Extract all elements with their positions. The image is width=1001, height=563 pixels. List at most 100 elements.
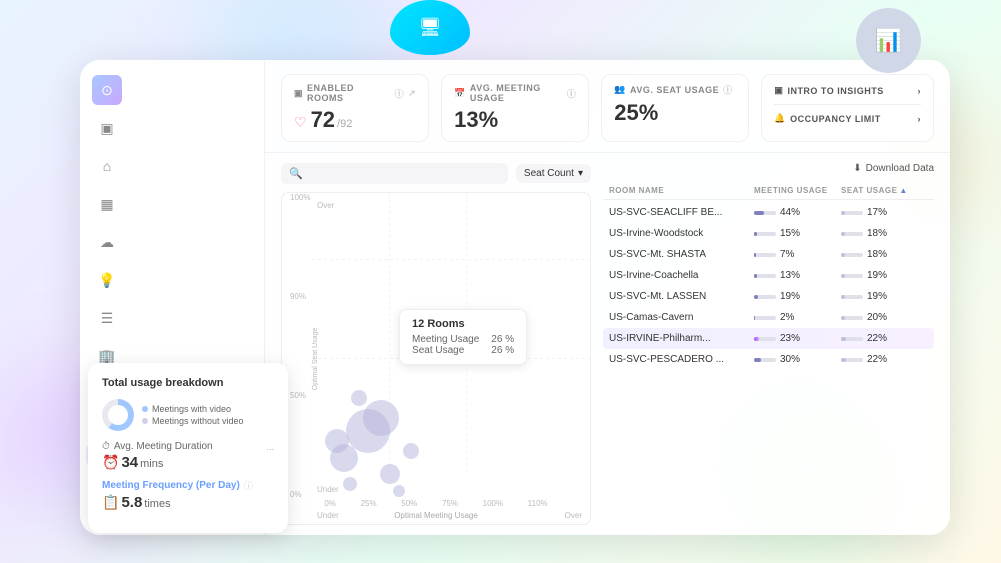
occupancy-limit-link[interactable]: 🔔 Occupancy Limit ›	[774, 111, 921, 126]
intro-icon: ▣	[774, 85, 783, 96]
sidebar-icon-home[interactable]: ⊙	[92, 75, 122, 105]
sidebar-icon-cloud[interactable]: ☁	[92, 227, 122, 257]
td-meeting-5: 2%	[754, 312, 841, 323]
chart-bubble-3	[351, 390, 367, 406]
meeting-pct-4: 19%	[780, 291, 800, 302]
optimal-label-x: Optimal Meeting Usage	[394, 511, 478, 520]
seat-pct-0: 17%	[867, 207, 887, 218]
main-content: ▣ Enabled Rooms ⓘ ↗ ♡ 72 /92 📅 Avg. Meet…	[265, 60, 950, 535]
td-name-0: US-SVC-SEACLIFF BE...	[609, 207, 754, 218]
meeting-usage-label: 📅 Avg. Meeting Usage ⓘ	[454, 83, 576, 103]
sidebar-icon-list: ⊙ ▣ ⌂ ▦ ☁ 💡 ☰ 🏢 ⚙	[80, 75, 264, 409]
chevron-right-icon-0: ›	[918, 86, 922, 96]
td-seat-7: 22%	[841, 354, 928, 365]
seat-usage-label: 👥 Avg. Seat Usage ⓘ	[614, 83, 736, 96]
seat-pct-4: 19%	[867, 291, 887, 302]
td-name-4: US-SVC-Mt. LASSEN	[609, 291, 754, 302]
chart-tooltip: 12 Rooms Meeting Usage 26 % Seat Usage 2…	[399, 309, 527, 365]
chart-bubble-6	[403, 443, 419, 459]
donut-inner	[108, 405, 128, 425]
freq-unit: times	[144, 498, 170, 510]
chart-bubble-7	[393, 485, 405, 497]
stat-links-list: ▣ Intro to Insights › 🔔 Occupancy Limit …	[774, 83, 921, 126]
td-meeting-6: 23%	[754, 333, 841, 344]
sidebar-icon-bulb[interactable]: 💡	[92, 265, 122, 295]
freq-icon: 📋	[102, 494, 119, 511]
td-meeting-0: 44%	[754, 207, 841, 218]
table-row[interactable]: US-Irvine-Coachella 13% 19%	[603, 265, 934, 286]
td-seat-3: 19%	[841, 270, 928, 281]
td-name-7: US-SVC-PESCADERO ...	[609, 354, 754, 365]
sidebar-icon-document[interactable]: ▣	[92, 113, 122, 143]
seat-pct-7: 22%	[867, 354, 887, 365]
table-row[interactable]: US-Camas-Cavern 2% 20%	[603, 307, 934, 328]
stat-card-seat-usage: 👥 Avg. Seat Usage ⓘ 25%	[601, 74, 749, 142]
td-name-1: US-Irvine-Woodstock	[609, 228, 754, 239]
divider	[774, 104, 921, 105]
seat-bar-3	[841, 274, 863, 278]
avg-duration-label: ⏱ Avg. Meeting Duration ...	[102, 441, 274, 452]
td-name-2: US-SVC-Mt. SHASTA	[609, 249, 754, 260]
td-meeting-4: 19%	[754, 291, 841, 302]
heart-icon: ♡	[294, 114, 307, 131]
chart-toolbar: 🔍 Seat Count ▾	[281, 163, 591, 184]
sidebar-icon-camera[interactable]: ⌂	[92, 151, 122, 181]
td-seat-4: 19%	[841, 291, 928, 302]
rooms-icon: ▣	[294, 88, 303, 99]
th-meeting-usage: Meeting Usage	[754, 186, 841, 195]
duration-unit: mins	[140, 458, 163, 470]
table-row[interactable]: US-Irvine-Woodstock 15% 18%	[603, 223, 934, 244]
td-meeting-1: 15%	[754, 228, 841, 239]
table-row[interactable]: US-SVC-PESCADERO ... 30% 22%	[603, 349, 934, 370]
seat-pct-1: 18%	[867, 228, 887, 239]
under-label-x: Under	[317, 511, 339, 520]
meeting-pct-1: 15%	[780, 228, 800, 239]
intro-insights-link[interactable]: ▣ Intro to Insights ›	[774, 83, 921, 98]
seat-bar-0	[841, 211, 863, 215]
usage-card: Total usage breakdown Meetings with vide…	[88, 363, 288, 533]
info-icon-seat[interactable]: ⓘ	[723, 83, 733, 96]
table-row[interactable]: US-SVC-SEACLIFF BE... 44% 17%	[603, 202, 934, 223]
over-label-x: Over	[565, 511, 582, 520]
td-seat-1: 18%	[841, 228, 928, 239]
enabled-rooms-sub: /92	[337, 118, 352, 130]
chevron-right-icon-1: ›	[918, 114, 922, 124]
th-room-name: Room Name	[609, 186, 754, 195]
download-icon: ⬇	[853, 163, 861, 174]
meeting-bar-4	[754, 295, 776, 299]
info-icon-meeting[interactable]: ⓘ	[567, 87, 577, 100]
meeting-icon: 📅	[454, 88, 466, 99]
seat-bar-5	[841, 316, 863, 320]
usage-donut: Meetings with video Meetings without vid…	[102, 399, 274, 431]
seat-pct-5: 20%	[867, 312, 887, 323]
download-button[interactable]: ⬇ Download Data	[853, 163, 934, 174]
seat-count-dropdown[interactable]: Seat Count ▾	[516, 164, 591, 183]
td-name-6: US-IRVINE-Philharm...	[609, 333, 754, 344]
table-row[interactable]: US-SVC-Mt. SHASTA 7% 18%	[603, 244, 934, 265]
info-icon-freq[interactable]: ⓘ	[244, 479, 253, 492]
td-name-3: US-Irvine-Coachella	[609, 270, 754, 281]
td-name-5: US-Camas-Cavern	[609, 312, 754, 323]
donut-chart	[102, 399, 134, 431]
table-row[interactable]: US-SVC-Mt. LASSEN 19% 19%	[603, 286, 934, 307]
chart-bubble-8	[343, 477, 357, 491]
stat-card-enabled-rooms: ▣ Enabled Rooms ⓘ ↗ ♡ 72 /92	[281, 74, 429, 142]
intro-insights-label: ▣ Intro to Insights	[774, 85, 883, 96]
table-row[interactable]: US-IRVINE-Philharm... 23% 22%	[603, 328, 934, 349]
th-seat-usage[interactable]: Seat Usage ▲	[841, 186, 928, 195]
info-icon-rooms[interactable]: ⓘ	[395, 87, 405, 100]
meeting-usage-value: 13%	[454, 107, 576, 133]
td-seat-0: 17%	[841, 207, 928, 218]
td-seat-5: 20%	[841, 312, 928, 323]
seat-icon: 👥	[614, 84, 626, 95]
sidebar-icon-sliders[interactable]: ☰	[92, 303, 122, 333]
sidebar-icon-grid[interactable]: ▦	[92, 189, 122, 219]
stat-card-meeting-usage: 📅 Avg. Meeting Usage ⓘ 13%	[441, 74, 589, 142]
chart-search-box[interactable]: 🔍	[281, 163, 508, 184]
meeting-bar-1	[754, 232, 776, 236]
tooltip-meeting-row: Meeting Usage 26 %	[412, 334, 514, 345]
clock-icon: ⏱	[102, 441, 110, 452]
bell-icon: 🔔	[774, 113, 786, 124]
external-link-icon-rooms[interactable]: ↗	[408, 88, 416, 99]
chart-bubble-2	[380, 464, 400, 484]
